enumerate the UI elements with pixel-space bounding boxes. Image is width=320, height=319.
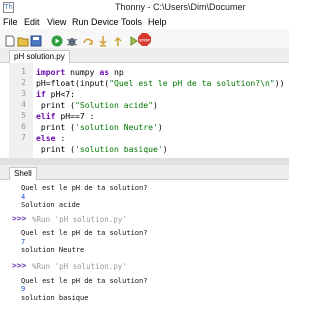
menu-file[interactable]: File: [3, 17, 18, 27]
code-text: print (: [36, 122, 75, 132]
code-text: :: [55, 133, 66, 143]
menu-device[interactable]: Device: [91, 17, 119, 27]
debug-icon[interactable]: [66, 32, 78, 46]
line-number: 2: [21, 78, 26, 87]
shell-input-value: 9: [21, 285, 26, 293]
stop-icon[interactable]: STOP: [138, 31, 151, 46]
menu-edit[interactable]: Edit: [24, 17, 40, 27]
line-number: 5: [21, 111, 26, 120]
menu-help[interactable]: Help: [148, 17, 167, 27]
shell-run-command: %Run 'pH solution.py': [32, 215, 127, 224]
shell-tab-strip: [0, 165, 289, 180]
code-line: if pH<7:: [36, 89, 75, 99]
code-line: pH=float(input("Quel est le pH de ta sol…: [36, 78, 285, 88]
code-line: elif pH==7 :: [36, 111, 94, 121]
menu-tools[interactable]: Tools: [121, 17, 142, 27]
shell-input-value: 7: [21, 238, 26, 246]
shell-input-value: 4: [21, 193, 26, 201]
thonny-app-icon: Th: [3, 2, 14, 13]
shell-prompt: >>>: [12, 261, 27, 270]
line-number: 4: [21, 100, 26, 109]
keyword: as: [99, 67, 110, 77]
code-text: ): [157, 122, 163, 132]
code-text: numpy: [65, 67, 100, 77]
line-number: 6: [21, 122, 26, 131]
pane-splitter[interactable]: [0, 158, 289, 165]
string-literal: 'solution basique': [74, 144, 163, 154]
save-icon[interactable]: [30, 32, 42, 47]
code-line: else :: [36, 133, 65, 143]
shell-output: Solution acide: [21, 201, 81, 209]
code-text: ): [162, 144, 168, 154]
run-icon[interactable]: [51, 32, 63, 47]
shell-output: Quel est le pH de ta solution?: [21, 277, 148, 285]
menu-view[interactable]: View: [47, 17, 66, 27]
menu-run[interactable]: Run: [72, 17, 89, 27]
tab-shell[interactable]: Shell: [9, 167, 37, 181]
shell-output: solution basique: [21, 294, 89, 302]
step-over-icon[interactable]: [82, 32, 94, 45]
svg-text:STOP: STOP: [139, 38, 150, 43]
menu-bar: [0, 15, 289, 29]
code-text: np: [109, 67, 124, 77]
keyword: if: [36, 89, 46, 99]
shell-prompt: >>>: [12, 214, 27, 223]
shell-output: Quel est le pH de ta solution?: [21, 229, 148, 237]
editor-tab-ph-solution[interactable]: pH solution.py: [9, 50, 70, 64]
code-line: print ('solution Neutre'): [36, 122, 163, 132]
line-number: 3: [21, 89, 26, 98]
step-into-icon[interactable]: [97, 32, 109, 47]
keyword: else: [36, 133, 56, 143]
code-line: print ("Solution acide"): [36, 100, 158, 110]
code-text: print (: [36, 144, 75, 154]
step-out-icon[interactable]: [112, 32, 124, 46]
shell-run-command: %Run 'pH solution.py': [32, 262, 127, 271]
keyword: import: [36, 67, 66, 77]
string-literal: 'solution Neutre': [74, 122, 158, 132]
keyword: elif: [36, 111, 56, 121]
code-line: print ('solution basique'): [36, 144, 168, 154]
code-text: pH<7:: [45, 89, 75, 99]
code-text: pH==7 :: [55, 111, 95, 121]
code-line: import numpy as np: [36, 67, 124, 77]
new-file-icon[interactable]: [4, 32, 16, 47]
shell-output: Quel est le pH de ta solution?: [21, 184, 148, 192]
shell-output: solution Neutre: [21, 246, 85, 254]
window-title: Thonny - C:\Users\Dim\Documer: [115, 2, 246, 12]
code-text: )): [274, 78, 285, 88]
line-number: 1: [21, 67, 26, 76]
string-literal: "Solution acide": [74, 100, 153, 110]
open-file-icon[interactable]: [17, 32, 29, 47]
string-literal: "Quel est le pH de ta solution?\n": [109, 78, 275, 88]
code-text: ): [152, 100, 158, 110]
code-text: print (: [36, 100, 75, 110]
line-number: 7: [21, 133, 26, 142]
code-text: pH=float(input(: [36, 78, 110, 88]
